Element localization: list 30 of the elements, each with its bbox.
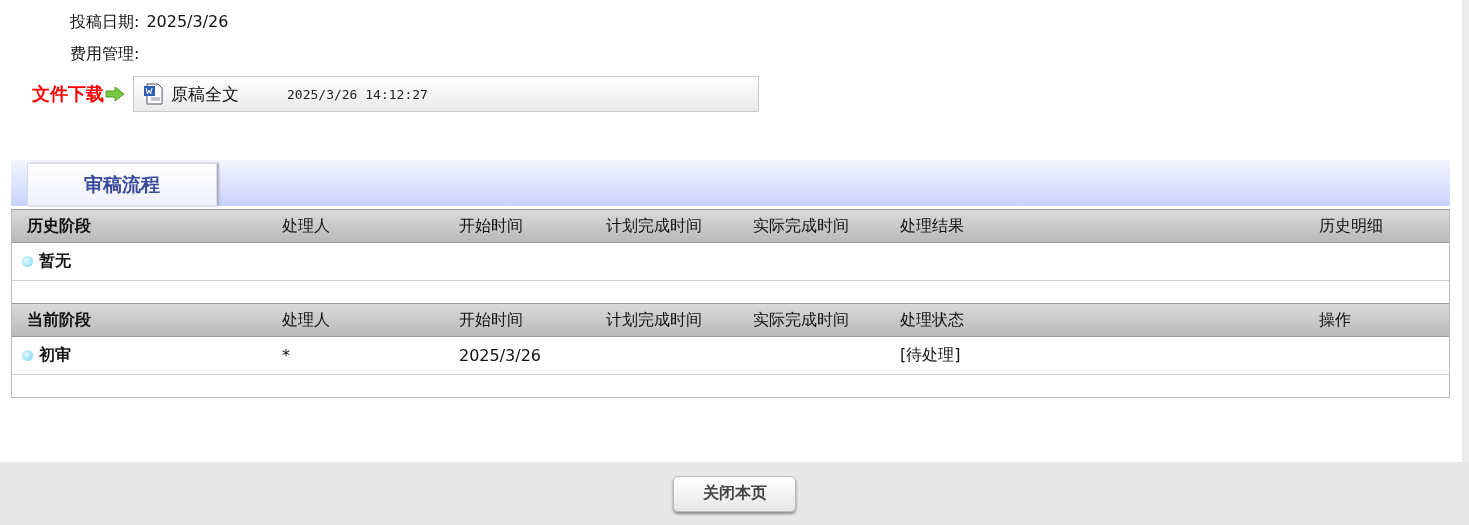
column-header: 开始时间: [459, 215, 524, 237]
column-header: 处理结果: [900, 215, 965, 237]
field-value: 2025/3/26: [146, 12, 229, 33]
table-cell-text: *: [282, 346, 291, 365]
column-header: 历史阶段: [27, 215, 92, 237]
close-button[interactable]: 关闭本页: [673, 475, 796, 512]
column-header: 当前阶段: [27, 309, 92, 331]
column-header: 开始时间: [459, 309, 524, 331]
bullet-icon: [22, 256, 33, 267]
section-tab[interactable]: 审稿流程: [27, 163, 217, 206]
column-header: 实际完成时间: [753, 215, 850, 237]
file-link[interactable]: 原稿全文 2025/3/26 14:12:27: [133, 76, 759, 112]
column-header: 处理人: [282, 215, 331, 237]
column-header: 计划完成时间: [606, 215, 703, 237]
table-cell-text: [待处理]: [900, 345, 962, 366]
bullet-icon: [22, 350, 33, 361]
download-label: 文件下载: [32, 82, 104, 106]
field-label: 费用管理:: [70, 44, 140, 65]
arrow-icon: [105, 87, 125, 101]
column-header: 处理状态: [900, 309, 965, 331]
table-cell-text: 2025/3/26: [459, 346, 543, 365]
document-icon: [143, 83, 163, 105]
column-header: 历史明细: [1318, 215, 1383, 237]
column-header: 实际完成时间: [753, 309, 850, 331]
column-header: 计划完成时间: [606, 309, 703, 331]
column-header: 处理人: [282, 309, 331, 331]
field-label: 投稿日期:: [70, 12, 140, 33]
column-header: 操作: [1318, 309, 1351, 331]
table-cell: 初审: [39, 345, 71, 366]
table-cell: 暂无: [39, 251, 71, 272]
